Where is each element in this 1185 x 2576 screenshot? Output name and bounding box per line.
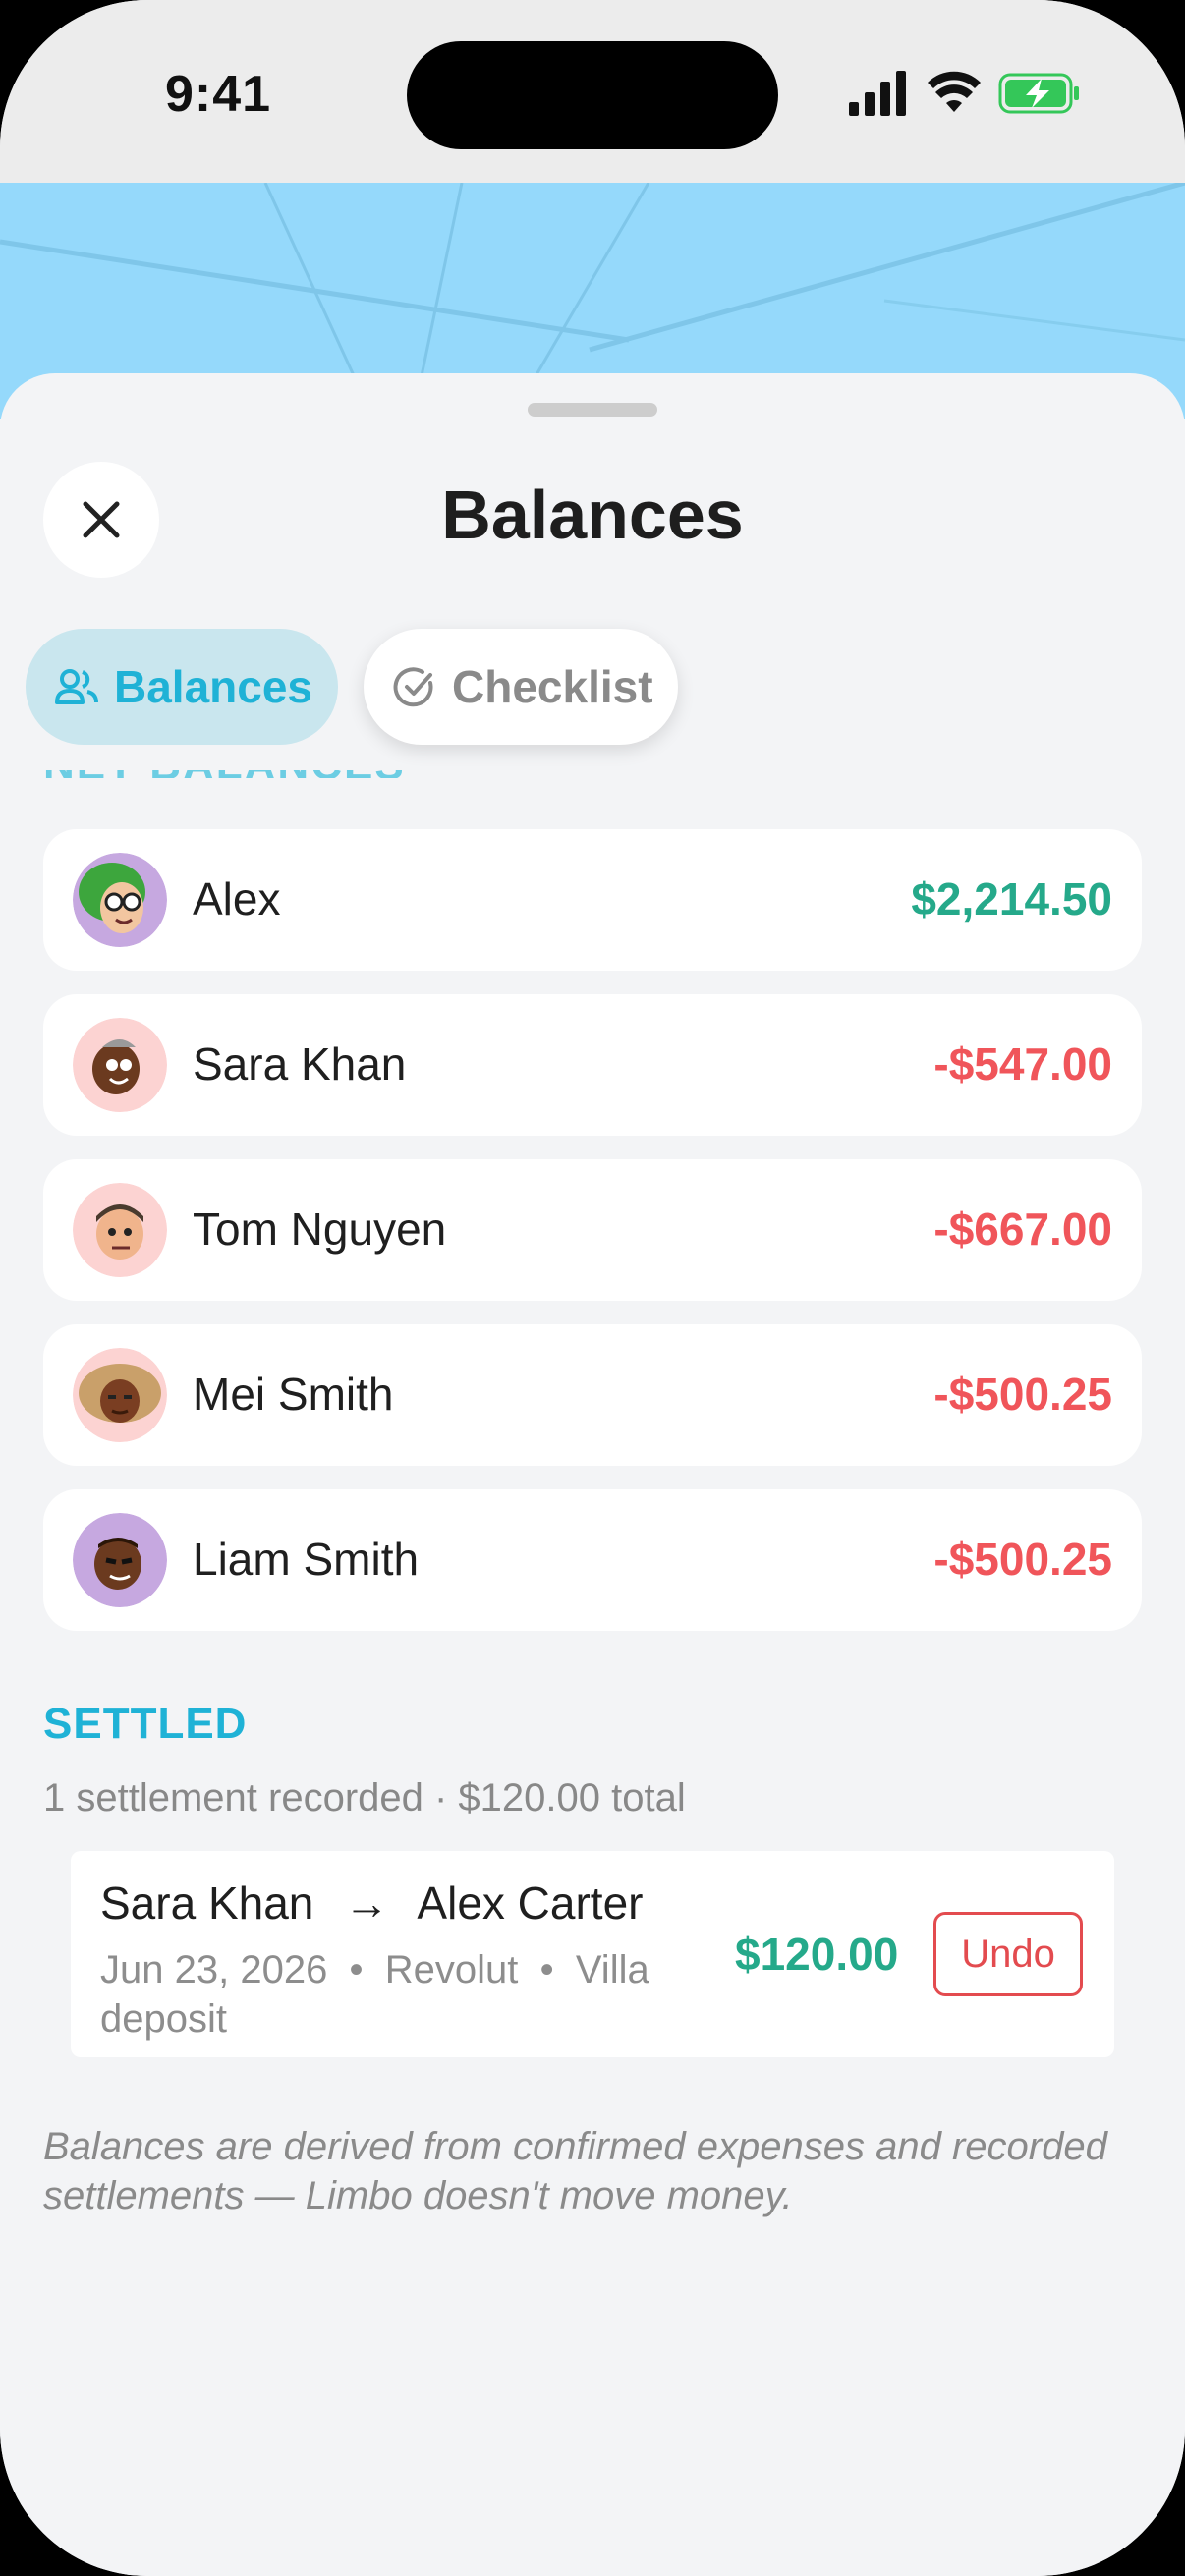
status-time: 9:41 — [165, 66, 272, 123]
balance-amount: -$500.25 — [933, 1369, 1112, 1420]
avatar-tom-icon — [73, 1183, 167, 1277]
sheet-grabber[interactable] — [528, 403, 657, 417]
arrow-right-icon: → — [344, 1877, 390, 1929]
avatar — [73, 1018, 167, 1112]
settlement-to: Alex Carter — [417, 1877, 644, 1929]
check-circle-icon — [393, 667, 433, 707]
balance-row-liam-smith[interactable]: Liam Smith -$500.25 — [43, 1489, 1142, 1631]
settled-header: SETTLED — [43, 1700, 248, 1748]
balance-amount: -$547.00 — [933, 1038, 1112, 1090]
balance-amount: -$500.25 — [933, 1534, 1112, 1585]
dynamic-island — [407, 41, 778, 149]
page-title: Balances — [441, 476, 744, 553]
tab-checklist-label: Checklist — [452, 661, 653, 712]
tab-balances[interactable]: Balances — [26, 629, 338, 745]
settlement-card: Sara Khan → Alex Carter Jun 23, 2026 • R… — [71, 1851, 1114, 2057]
avatar — [73, 1513, 167, 1607]
person-name: Tom Nguyen — [193, 1204, 447, 1255]
balance-amount: -$667.00 — [933, 1204, 1112, 1255]
wifi-icon — [928, 71, 981, 112]
balance-amount: $2,214.50 — [911, 873, 1112, 924]
balances-sheet: Balances Balances Checklist NET BALANCES — [0, 373, 1185, 2576]
settled-summary: 1 settlement recorded · $120.00 total — [43, 1776, 686, 1820]
balance-row-tom-nguyen[interactable]: Tom Nguyen -$667.00 — [43, 1159, 1142, 1301]
net-balances-header: NET BALANCES — [43, 770, 436, 778]
tab-checklist[interactable]: Checklist — [364, 629, 678, 745]
avatar-liam-icon — [73, 1513, 167, 1607]
tab-balances-label: Balances — [114, 661, 313, 712]
person-name: Alex — [193, 873, 281, 924]
cellular-signal-icon — [849, 71, 906, 116]
avatar — [73, 1348, 167, 1442]
balance-row-alex[interactable]: Alex $2,214.50 — [43, 829, 1142, 971]
avatar-mei-icon — [73, 1348, 167, 1442]
settlement-from: Sara Khan — [100, 1877, 314, 1929]
balance-row-sara-khan[interactable]: Sara Khan -$547.00 — [43, 994, 1142, 1136]
settlement-parties: Sara Khan → Alex Carter — [100, 1876, 644, 1930]
avatar-sara-icon — [73, 1018, 167, 1112]
person-name: Liam Smith — [193, 1534, 420, 1585]
person-name: Mei Smith — [193, 1369, 394, 1420]
settlement-meta: Jun 23, 2026 • Revolut • Villa deposit — [100, 1948, 660, 2041]
avatar — [73, 853, 167, 947]
phone-screen: 9:41 Balances Balances Checklist Alex $2… — [0, 0, 1185, 2576]
balance-row-mei-smith[interactable]: Mei Smith -$500.25 — [43, 1324, 1142, 1466]
avatar-alex-icon — [73, 853, 167, 947]
people-icon — [55, 669, 98, 704]
status-bar: 9:41 — [0, 0, 1185, 183]
settlement-amount: $120.00 — [735, 1929, 899, 1980]
person-name: Sara Khan — [193, 1038, 407, 1090]
footnote: Balances are derived from confirmed expe… — [43, 2125, 1107, 2217]
avatar — [73, 1183, 167, 1277]
battery-charging-icon — [998, 73, 1079, 114]
undo-button[interactable]: Undo — [933, 1912, 1083, 1996]
